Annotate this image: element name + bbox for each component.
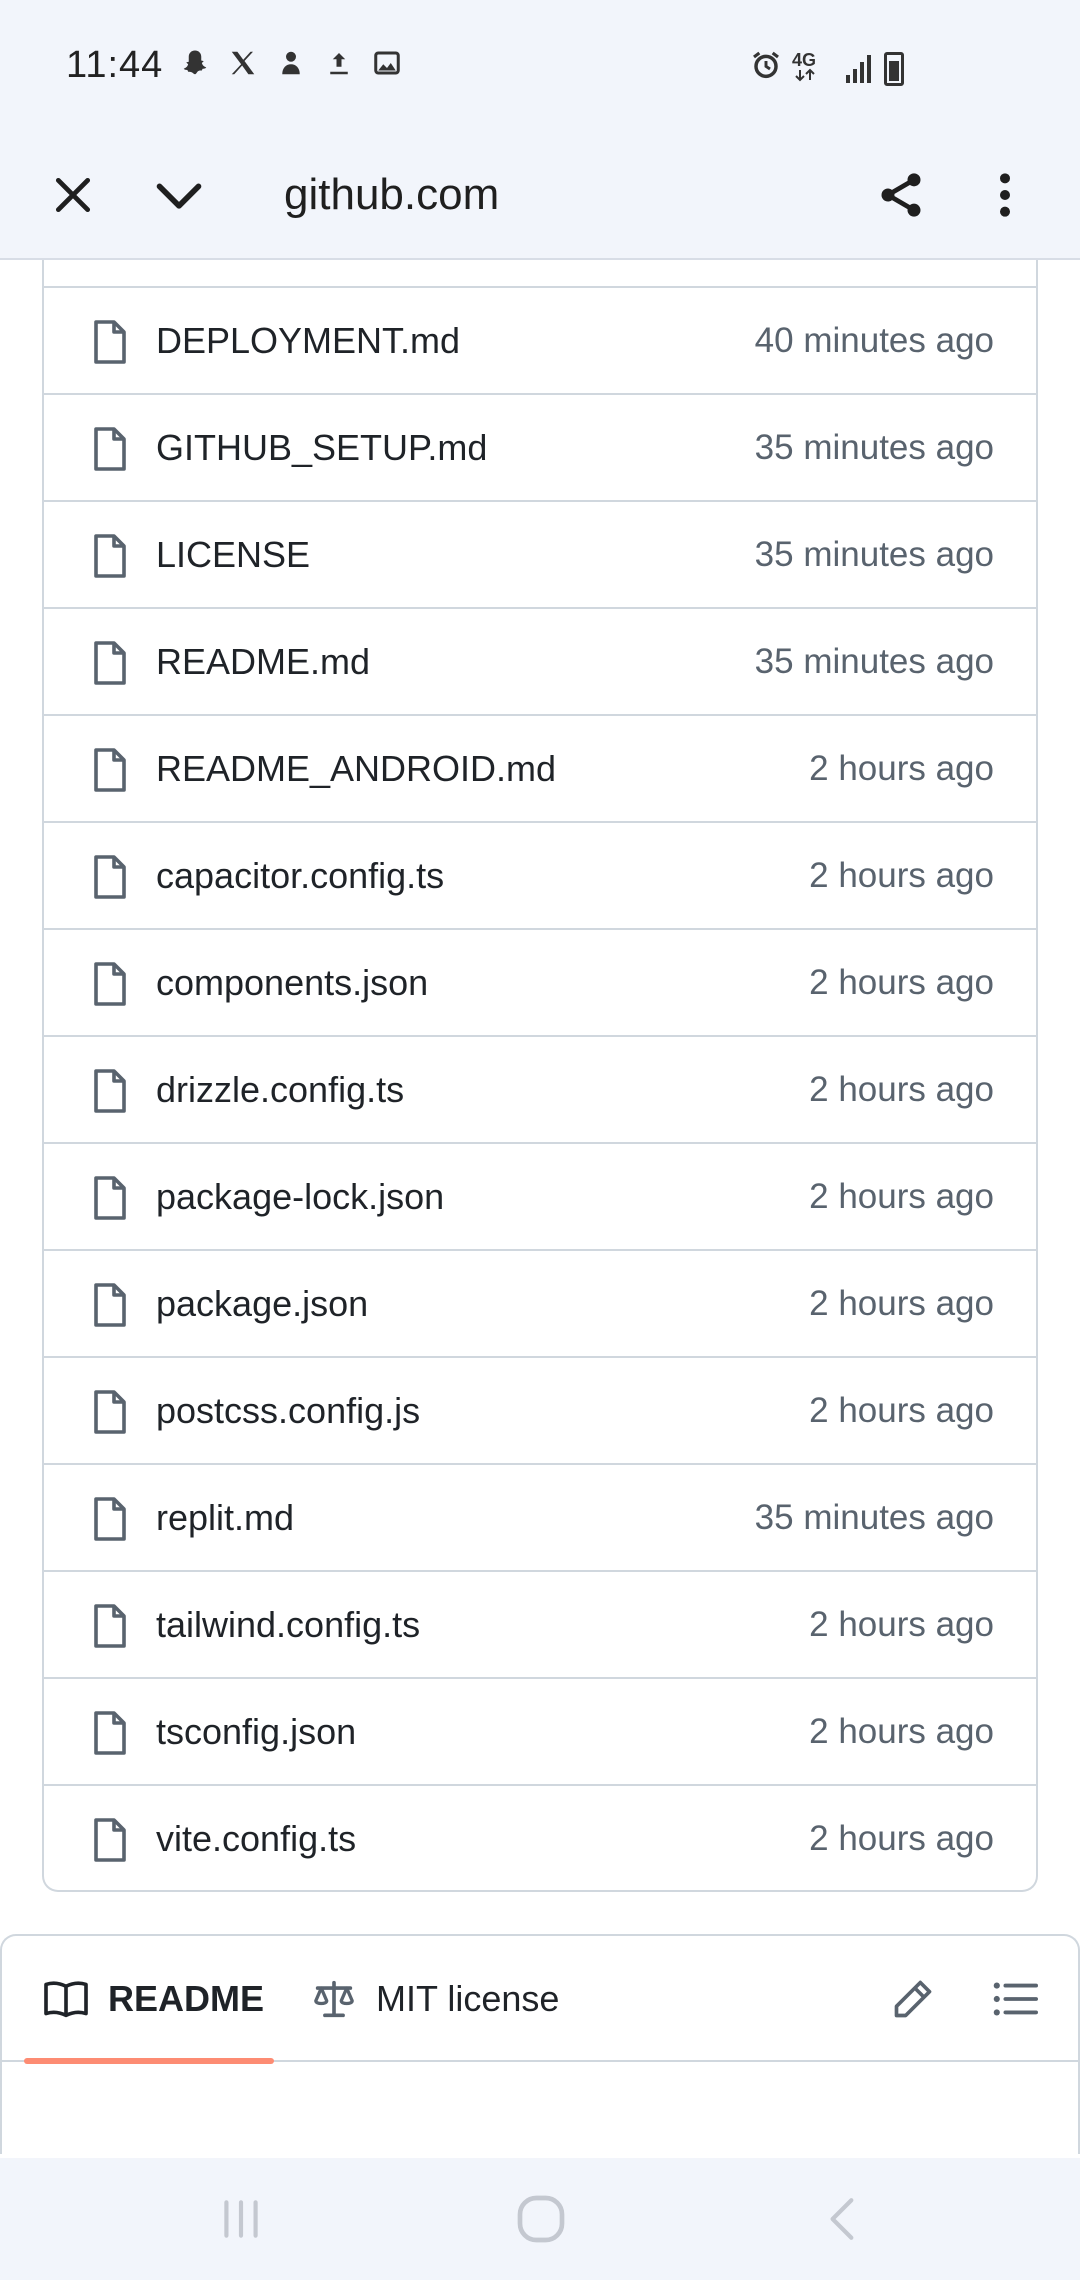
file-icon [94, 962, 126, 1006]
close-icon[interactable] [38, 160, 108, 230]
file-row[interactable]: tailwind.config.ts 2 hours ago [44, 1570, 1036, 1677]
file-icon [94, 320, 126, 364]
file-name[interactable]: drizzle.config.ts [156, 1037, 404, 1142]
file-name[interactable]: vite.config.ts [156, 1786, 356, 1890]
file-name[interactable]: README.md [156, 609, 370, 714]
file-icon [94, 1711, 126, 1755]
file-row[interactable]: vite.config.ts 2 hours ago [44, 1784, 1036, 1890]
file-row[interactable]: tsconfig.json 2 hours ago [44, 1677, 1036, 1784]
active-tab-indicator [24, 2058, 274, 2064]
file-time: 2 hours ago [809, 749, 994, 788]
more-vert-icon[interactable] [970, 160, 1040, 230]
file-time: 35 minutes ago [754, 1498, 994, 1537]
file-time: 2 hours ago [809, 1391, 994, 1430]
file-icon [94, 1497, 126, 1541]
status-time: 11:44 [66, 44, 164, 86]
file-time: 35 minutes ago [754, 428, 994, 467]
file-name[interactable]: components.json [156, 930, 428, 1035]
file-row[interactable]: postcss.config.js 2 hours ago [44, 1356, 1036, 1463]
tab-license-label: MIT license [376, 1978, 560, 2019]
snapchat-icon [178, 48, 212, 82]
file-icon [94, 1069, 126, 1113]
file-row[interactable]: drizzle.config.ts 2 hours ago [44, 1035, 1036, 1142]
file-name[interactable]: package.json [156, 1251, 368, 1356]
book-icon [44, 1979, 88, 2019]
file-name[interactable]: tailwind.config.ts [156, 1572, 420, 1677]
file-row[interactable]: package-lock.json 2 hours ago [44, 1142, 1036, 1249]
file-row[interactable]: LICENSE 35 minutes ago [44, 500, 1036, 607]
image-icon [370, 48, 404, 82]
status-bar: 11:44 4G [0, 0, 1080, 130]
system-nav-bar [0, 2158, 1080, 2280]
file-name[interactable]: tsconfig.json [156, 1679, 356, 1784]
notification-icons [178, 48, 404, 82]
readme-section: README MIT license [0, 1934, 1080, 2154]
file-row[interactable]: README.md 35 minutes ago [44, 607, 1036, 714]
battery-icon [884, 51, 904, 86]
home-icon[interactable] [506, 2184, 576, 2254]
file-time: 35 minutes ago [754, 642, 994, 681]
upload-icon [322, 48, 356, 82]
tab-license[interactable]: MIT license [312, 1936, 559, 2062]
file-icon [94, 427, 126, 471]
tab-readme[interactable]: README [24, 1936, 274, 2064]
alarm-icon [750, 49, 782, 88]
file-time: 2 hours ago [809, 1284, 994, 1323]
file-name[interactable]: README_ANDROID.md [156, 716, 556, 821]
file-icon [94, 1283, 126, 1327]
file-name[interactable]: capacitor.config.ts [156, 823, 444, 928]
file-time: 2 hours ago [809, 1070, 994, 1109]
file-time: 2 hours ago [809, 963, 994, 1002]
file-row[interactable]: GITHUB_SETUP.md 35 minutes ago [44, 393, 1036, 500]
law-icon [312, 1979, 356, 2019]
system-icons: 4G [750, 48, 904, 89]
share-icon[interactable] [866, 160, 936, 230]
file-icon [94, 534, 126, 578]
file-time: 2 hours ago [809, 856, 994, 895]
chevron-down-icon[interactable] [144, 160, 214, 230]
file-time: 2 hours ago [809, 1819, 994, 1858]
file-time: 2 hours ago [809, 1605, 994, 1644]
file-icon [94, 1390, 126, 1434]
file-icon [94, 748, 126, 792]
file-name[interactable]: replit.md [156, 1465, 294, 1570]
file-icon [94, 1604, 126, 1648]
file-name[interactable]: package-lock.json [156, 1144, 444, 1249]
app-icon [274, 48, 308, 82]
file-time: 2 hours ago [809, 1177, 994, 1216]
signal-icon [844, 53, 874, 85]
file-name[interactable]: LICENSE [156, 502, 310, 607]
file-time: 35 minutes ago [754, 535, 994, 574]
file-row[interactable]: DEPLOYMENT.md 40 minutes ago [44, 286, 1036, 393]
file-time: 2 hours ago [809, 1712, 994, 1751]
file-name[interactable]: postcss.config.js [156, 1358, 420, 1463]
file-icon [94, 1818, 126, 1862]
back-icon[interactable] [808, 2184, 878, 2254]
x-icon [226, 48, 260, 82]
tab-readme-label: README [108, 1978, 265, 2019]
recent-apps-icon[interactable] [206, 2184, 276, 2254]
list-unordered-icon[interactable] [980, 1964, 1050, 2034]
svg-text:4G: 4G [792, 50, 816, 70]
file-row[interactable]: package.json 2 hours ago [44, 1249, 1036, 1356]
file-time: 40 minutes ago [754, 321, 994, 360]
file-row[interactable]: README_ANDROID.md 2 hours ago [44, 714, 1036, 821]
file-name[interactable]: GITHUB_SETUP.md [156, 395, 487, 500]
edit-icon[interactable] [878, 1964, 948, 2034]
file-row[interactable]: replit.md 35 minutes ago [44, 1463, 1036, 1570]
file-icon [94, 641, 126, 685]
4g-icon: 4G [792, 48, 834, 89]
url-bar[interactable]: github.com [284, 160, 499, 230]
file-row[interactable]: components.json 2 hours ago [44, 928, 1036, 1035]
file-icon [94, 855, 126, 899]
browser-toolbar: github.com [0, 130, 1080, 260]
file-list: DEPLOYMENT.md 40 minutes ago GITHUB_SETUP… [42, 260, 1038, 1892]
file-icon [94, 1176, 126, 1220]
file-row[interactable]: capacitor.config.ts 2 hours ago [44, 821, 1036, 928]
readme-tab-bar: README MIT license [2, 1936, 1078, 2064]
file-name[interactable]: DEPLOYMENT.md [156, 288, 460, 393]
